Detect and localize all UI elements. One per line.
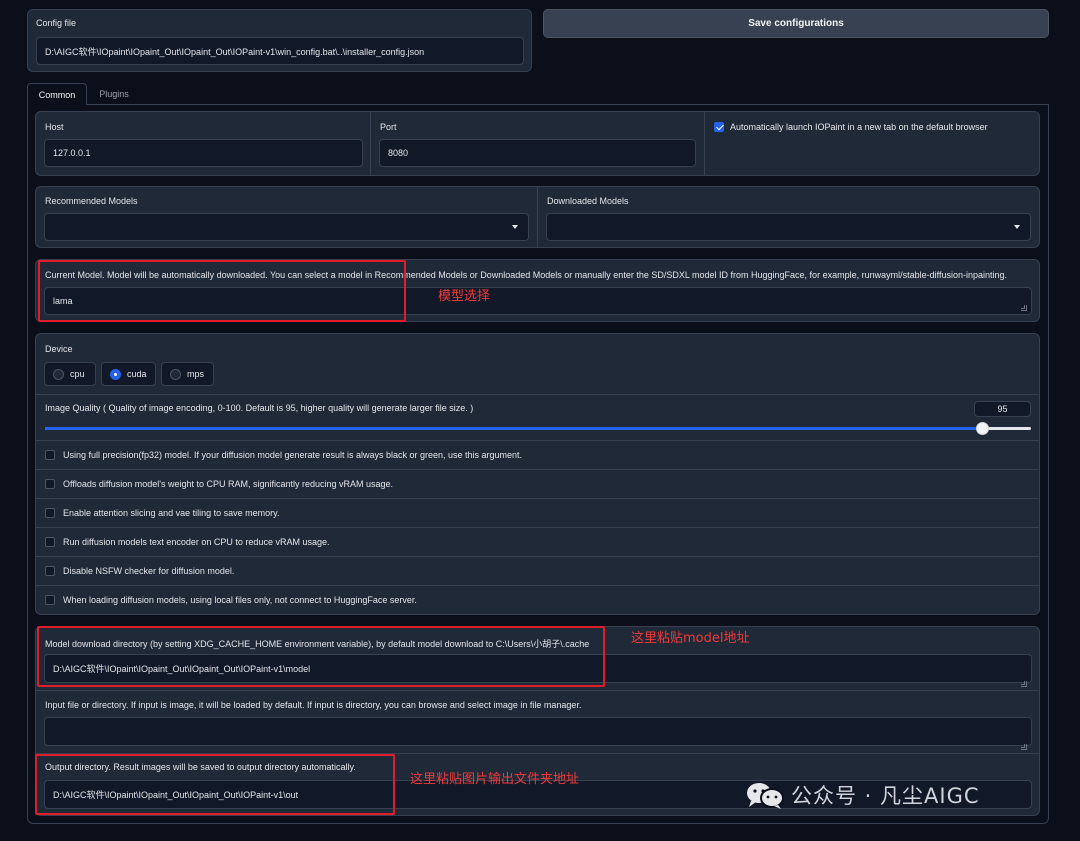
models-divider — [537, 187, 538, 247]
annotation-box-output-dir — [35, 754, 395, 815]
checkbox-icon[interactable] — [45, 537, 55, 547]
radio-icon — [170, 368, 181, 380]
slider-fill — [45, 427, 982, 430]
checkbox-label: Run diffusion models text encoder on CPU… — [63, 537, 330, 547]
checkbox-label: Disable NSFW checker for diffusion model… — [63, 566, 235, 576]
radio-selected-icon — [110, 368, 121, 380]
chevron-down-icon — [1014, 225, 1020, 229]
chevron-down-icon — [512, 225, 518, 229]
downloaded-models-label: Downloaded Models — [547, 196, 629, 206]
device-quality-divider — [36, 394, 1039, 395]
checkbox-icon[interactable] — [45, 479, 55, 489]
checkbox-icon[interactable] — [45, 450, 55, 460]
image-quality-slider[interactable] — [45, 422, 1031, 435]
device-option-mps[interactable]: mps — [161, 362, 214, 386]
port-input[interactable]: 8080 — [379, 139, 696, 167]
checkbox-option-row[interactable]: Disable NSFW checker for diffusion model… — [36, 556, 1039, 585]
host-port-divider — [370, 112, 371, 175]
annotation-paste-model: 这里粘贴model地址 — [631, 631, 750, 646]
tab-plugins[interactable]: Plugins — [88, 83, 140, 105]
watermark: 公众号 · 凡尘AIGC — [745, 780, 980, 810]
checkbox-option-row[interactable]: Using full precision(fp32) model. If you… — [36, 440, 1039, 469]
recommended-models-label: Recommended Models — [45, 196, 138, 206]
device-option-label: cuda — [127, 369, 147, 379]
device-panel: Device cpu cuda mps Image Quality ( Qual… — [35, 333, 1040, 615]
model-input-divider — [36, 690, 1039, 691]
device-option-label: cpu — [70, 369, 85, 379]
annotation-paste-output: 这里粘贴图片输出文件夹地址 — [410, 772, 580, 787]
auto-launch-option[interactable]: Automatically launch IOPaint in a new ta… — [714, 122, 988, 132]
host-input[interactable]: 127.0.0.1 — [44, 139, 363, 167]
checkbox-label: Using full precision(fp32) model. If you… — [63, 450, 523, 460]
radio-icon — [53, 368, 64, 380]
port-launch-divider — [704, 112, 705, 175]
port-label: Port — [380, 122, 397, 132]
config-file-label: Config file — [36, 18, 77, 28]
auto-launch-label: Automatically launch IOPaint in a new ta… — [730, 122, 988, 132]
input-label: Input file or directory. If input is ima… — [45, 700, 582, 710]
annotation-model-select: 模型选择 — [438, 289, 491, 304]
resize-handle-icon[interactable] — [1021, 744, 1027, 750]
input-path-input[interactable] — [44, 717, 1032, 746]
host-label: Host — [45, 122, 64, 132]
save-configurations-button[interactable]: Save configurations — [543, 9, 1049, 38]
server-settings-panel: Host 127.0.0.1 Port 8080 Automatically l… — [35, 111, 1040, 176]
checkbox-option-row[interactable]: Run diffusion models text encoder on CPU… — [36, 527, 1039, 556]
device-label: Device — [45, 344, 73, 354]
checkbox-icon[interactable] — [45, 595, 55, 605]
image-quality-number-input[interactable]: 95 — [974, 401, 1031, 417]
resize-handle-icon[interactable] — [1021, 305, 1027, 311]
models-panel: Recommended Models Downloaded Models — [35, 186, 1040, 248]
checkbox-icon[interactable] — [45, 566, 55, 576]
device-option-label: mps — [187, 369, 205, 379]
device-option-cuda[interactable]: cuda — [101, 362, 156, 386]
checkbox-icon[interactable] — [45, 508, 55, 518]
resize-handle-icon[interactable] — [1021, 681, 1027, 687]
checkbox-label: Enable attention slicing and vae tiling … — [63, 508, 280, 518]
checkbox-option-row[interactable]: When loading diffusion models, using loc… — [36, 585, 1039, 614]
config-file-input[interactable]: D:\AIGC软件\IOpaint\IOpaint_Out\IOpaint_Ou… — [36, 37, 524, 65]
tab-common[interactable]: Common — [27, 83, 87, 105]
slider-thumb[interactable] — [975, 422, 989, 435]
downloaded-models-dropdown[interactable] — [546, 213, 1031, 241]
device-option-cpu[interactable]: cpu — [44, 362, 96, 386]
device-radio-group: cpu cuda mps — [44, 362, 244, 386]
annotation-box-current-model — [38, 260, 406, 322]
wechat-icon — [745, 780, 785, 810]
annotation-box-model-dir — [37, 626, 605, 687]
checkbox-option-row[interactable]: Offloads diffusion model's weight to CPU… — [36, 469, 1039, 498]
image-quality-label: Image Quality ( Quality of image encodin… — [45, 403, 474, 413]
options-checkbox-list: Using full precision(fp32) model. If you… — [36, 440, 1039, 614]
recommended-models-dropdown[interactable] — [44, 213, 529, 241]
checkbox-label: Offloads diffusion model's weight to CPU… — [63, 479, 394, 489]
config-file-panel: Config file D:\AIGC软件\IOpaint\IOpaint_Ou… — [27, 9, 532, 72]
watermark-text: 公众号 · 凡尘AIGC — [791, 784, 980, 808]
auto-launch-checkbox[interactable] — [714, 122, 724, 132]
checkbox-label: When loading diffusion models, using loc… — [63, 595, 417, 605]
checkbox-option-row[interactable]: Enable attention slicing and vae tiling … — [36, 498, 1039, 527]
